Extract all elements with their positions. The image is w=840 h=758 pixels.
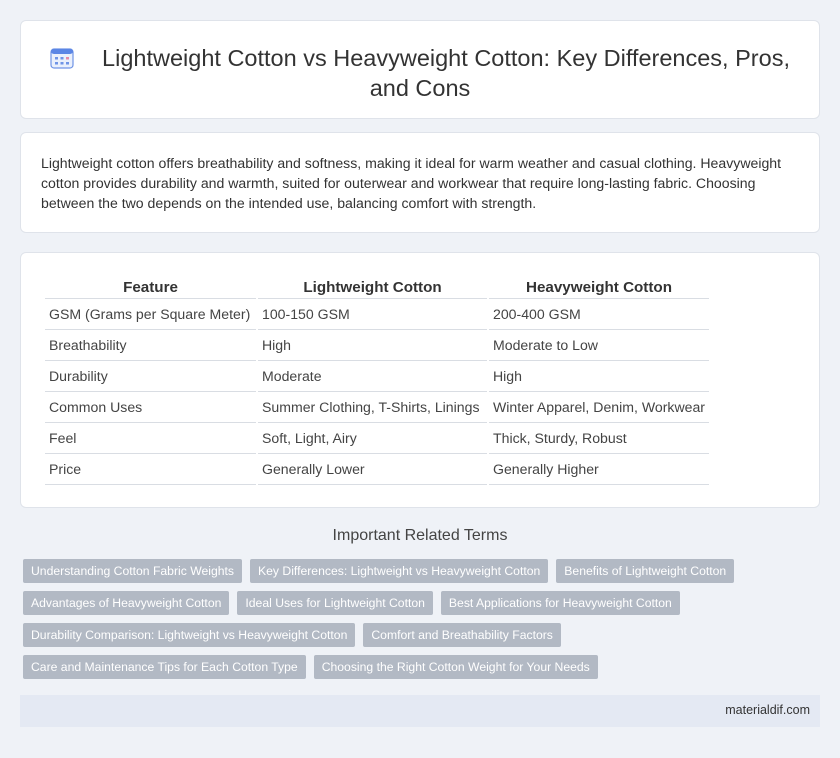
related-terms-heading: Important Related Terms: [332, 527, 508, 544]
tag-row: Understanding Cotton Fabric Weights Key …: [23, 559, 813, 583]
table-cell: Soft, Light, Airy: [258, 423, 487, 454]
tag-row: Advantages of Heavyweight Cotton Ideal U…: [23, 591, 813, 615]
related-terms-list: Understanding Cotton Fabric Weights Key …: [23, 559, 813, 687]
calendar-icon: [50, 48, 74, 69]
table-cell: 200-400 GSM: [489, 299, 709, 330]
related-term-tag[interactable]: Durability Comparison: Lightweight vs He…: [23, 623, 356, 647]
intro-card: Lightweight cotton offers breathability …: [20, 132, 820, 233]
table-cell: Generally Higher: [489, 454, 709, 485]
related-term-tag[interactable]: Choosing the Right Cotton Weight for You…: [313, 655, 598, 679]
page-title-wrap: Lightweight Cotton vs Heavyweight Cotton…: [21, 43, 819, 103]
tag-row: Care and Maintenance Tips for Each Cotto…: [23, 655, 813, 679]
table-cell: Common Uses: [45, 392, 256, 423]
title-card: Lightweight Cotton vs Heavyweight Cotton…: [20, 20, 820, 119]
table-cell: Thick, Sturdy, Robust: [489, 423, 709, 454]
table-row: Feel Soft, Light, Airy Thick, Sturdy, Ro…: [45, 423, 709, 454]
table-cell: GSM (Grams per Square Meter): [45, 299, 256, 330]
related-term-tag[interactable]: Key Differences: Lightweight vs Heavywei…: [250, 559, 549, 583]
table-row: GSM (Grams per Square Meter) 100-150 GSM…: [45, 299, 709, 330]
footer: materialdif.com: [20, 695, 820, 727]
table-cell: Price: [45, 454, 256, 485]
table-cell: Generally Lower: [258, 454, 487, 485]
comparison-table: Feature Lightweight Cotton Heavyweight C…: [43, 277, 711, 485]
page-title: Lightweight Cotton vs Heavyweight Cotton…: [102, 45, 790, 101]
table-cell: Moderate to Low: [489, 330, 709, 361]
related-term-tag[interactable]: Ideal Uses for Lightweight Cotton: [237, 591, 433, 615]
related-term-tag[interactable]: Advantages of Heavyweight Cotton: [23, 591, 230, 615]
comparison-card: Feature Lightweight Cotton Heavyweight C…: [20, 252, 820, 508]
intro-paragraph: Lightweight cotton offers breathability …: [41, 155, 782, 211]
table-cell: Durability: [45, 361, 256, 392]
table-cell: Winter Apparel, Denim, Workwear: [489, 392, 709, 423]
related-term-tag[interactable]: Care and Maintenance Tips for Each Cotto…: [23, 655, 306, 679]
related-term-tag[interactable]: Benefits of Lightweight Cotton: [556, 559, 735, 583]
footer-site-link[interactable]: materialdif.com: [725, 703, 810, 717]
related-term-tag[interactable]: Understanding Cotton Fabric Weights: [23, 559, 243, 583]
table-cell: Summer Clothing, T-Shirts, Linings: [258, 392, 487, 423]
table-cell: High: [489, 361, 709, 392]
tag-row: Durability Comparison: Lightweight vs He…: [23, 623, 813, 647]
table-cell: 100-150 GSM: [258, 299, 487, 330]
table-cell: Feel: [45, 423, 256, 454]
table-row: Durability Moderate High: [45, 361, 709, 392]
related-term-tag[interactable]: Best Applications for Heavyweight Cotton: [440, 591, 680, 615]
table-row: Price Generally Lower Generally Higher: [45, 454, 709, 485]
header-lightweight: Lightweight Cotton: [258, 277, 487, 299]
table-cell: Breathability: [45, 330, 256, 361]
table-cell: High: [258, 330, 487, 361]
header-feature: Feature: [45, 277, 256, 299]
table-header-row: Feature Lightweight Cotton Heavyweight C…: [45, 277, 709, 299]
header-heavyweight: Heavyweight Cotton: [489, 277, 709, 299]
table-row: Breathability High Moderate to Low: [45, 330, 709, 361]
related-term-tag[interactable]: Comfort and Breathability Factors: [363, 623, 561, 647]
table-cell: Moderate: [258, 361, 487, 392]
table-row: Common Uses Summer Clothing, T-Shirts, L…: [45, 392, 709, 423]
